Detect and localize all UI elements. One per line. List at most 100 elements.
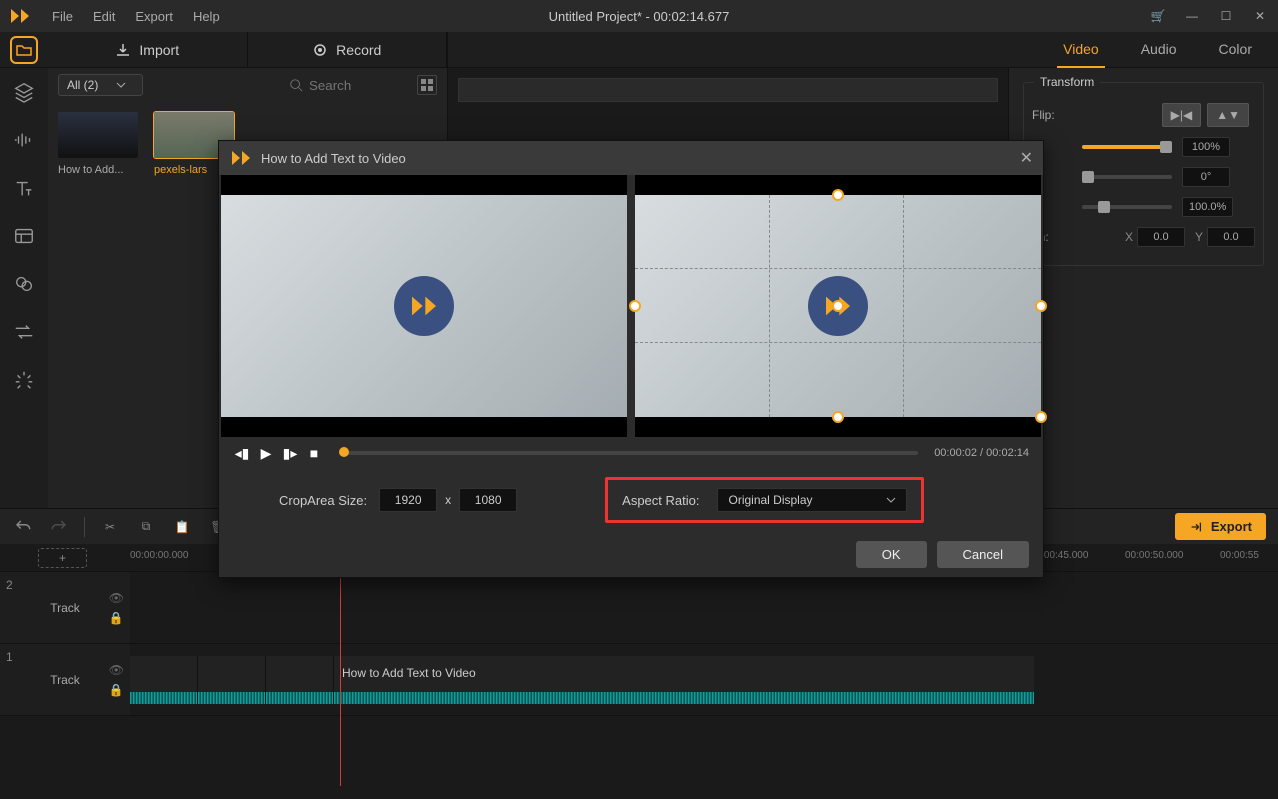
import-label: Import (139, 42, 179, 58)
timeline-clip-main[interactable]: How to Add Text to Video (334, 656, 1034, 704)
rotate-value[interactable]: 0° (1182, 167, 1230, 187)
crop-handle-se[interactable] (1035, 411, 1047, 423)
play-icon[interactable]: ▶ (257, 445, 275, 462)
tab-color[interactable]: Color (1213, 32, 1258, 68)
search-icon (289, 78, 303, 92)
crop-handle-n[interactable] (832, 189, 844, 201)
crop-width-input[interactable] (379, 488, 437, 512)
grid-view-icon[interactable] (417, 75, 437, 95)
record-button[interactable]: Record (248, 32, 448, 67)
y-label: Y (1195, 230, 1203, 244)
sidebar-top-folder[interactable] (0, 32, 48, 67)
left-sidebar (0, 68, 48, 508)
media-search (289, 78, 409, 93)
scale-slider[interactable] (1082, 205, 1172, 209)
prev-frame-icon[interactable]: ◂▮ (233, 445, 251, 462)
ruler-time-2: 00:00:50.000 (1125, 550, 1183, 561)
flip-label: Flip: (1032, 108, 1082, 122)
redo-icon[interactable] (48, 516, 70, 538)
text-icon[interactable] (10, 174, 38, 202)
crop-height-input[interactable] (459, 488, 517, 512)
media-thumb-0-label: How to Add... (58, 164, 138, 176)
transition-icon[interactable] (10, 318, 38, 346)
paste-icon[interactable]: 📋 (171, 516, 193, 538)
crop-dialog: How to Add Text to Video ✕ (218, 140, 1044, 578)
app-logo-icon (8, 4, 32, 28)
toolbar-row: Import Record Video Audio Color (0, 32, 1278, 68)
stop-icon[interactable]: ■ (305, 445, 323, 461)
cart-icon[interactable]: 🛒 (1148, 9, 1168, 23)
track-2-label: Track (50, 601, 80, 615)
dialog-close-icon[interactable]: ✕ (1020, 148, 1033, 168)
seek-bar[interactable] (339, 451, 918, 455)
tab-audio[interactable]: Audio (1135, 32, 1183, 68)
import-button[interactable]: Import (48, 32, 248, 67)
window-title: Untitled Project* - 00:02:14.677 (549, 9, 730, 24)
elements-icon[interactable] (10, 270, 38, 298)
crop-handle-w[interactable] (629, 300, 641, 312)
cancel-button[interactable]: Cancel (937, 541, 1029, 568)
tab-video[interactable]: Video (1057, 32, 1105, 68)
minimize-icon[interactable]: — (1182, 9, 1202, 23)
aspect-ratio-dropdown[interactable]: Original Display (717, 488, 907, 512)
track-2-visibility-icon[interactable]: 👁 (109, 591, 124, 605)
cut-icon[interactable]: ✂ (99, 516, 121, 538)
x-value[interactable]: 0.0 (1137, 227, 1185, 247)
menubar: File Edit Export Help Untitled Project* … (0, 0, 1278, 32)
opacity-value[interactable]: 100% (1182, 137, 1230, 157)
media-filter-dropdown[interactable]: All (2) (58, 74, 143, 96)
media-thumb-0[interactable]: How to Add... (58, 112, 138, 176)
export-button[interactable]: Export (1175, 513, 1266, 540)
aspect-ratio-highlight: Aspect Ratio: Original Display (605, 477, 924, 523)
menu-help[interactable]: Help (183, 9, 230, 24)
media-filter-label: All (2) (67, 78, 98, 92)
playhead[interactable] (340, 546, 341, 786)
crop-handle-center[interactable] (832, 300, 844, 312)
track-1-lock-icon[interactable]: 🔒 (109, 683, 124, 697)
flip-vertical-button[interactable]: ▲▼ (1207, 103, 1249, 127)
preview-strip (458, 78, 998, 102)
x-label: X (1125, 230, 1133, 244)
crop-handle-s[interactable] (832, 411, 844, 423)
close-window-icon[interactable]: ✕ (1250, 9, 1270, 23)
y-value[interactable]: 0.0 (1207, 227, 1255, 247)
menu-export[interactable]: Export (125, 9, 183, 24)
overlay-icon[interactable] (10, 222, 38, 250)
track-2: 2 Track 👁🔒 (0, 572, 1278, 644)
undo-icon[interactable] (12, 516, 34, 538)
next-frame-icon[interactable]: ▮▸ (281, 445, 299, 462)
timeline-clip[interactable] (130, 656, 198, 704)
audio-icon[interactable] (10, 126, 38, 154)
add-track-button[interactable]: + (38, 548, 87, 568)
preview-crop[interactable] (635, 175, 1041, 437)
crop-size-label: CropArea Size: (279, 493, 367, 508)
dialog-logo-icon (229, 146, 253, 170)
preview-original (221, 175, 627, 437)
scale-value[interactable]: 100.0% (1182, 197, 1233, 217)
rotate-slider[interactable] (1082, 175, 1172, 179)
folder-icon (10, 36, 38, 64)
export-label: Export (1211, 519, 1252, 534)
track-2-lock-icon[interactable]: 🔒 (109, 611, 124, 625)
layers-icon[interactable] (10, 78, 38, 106)
timeline-clip[interactable] (266, 656, 334, 704)
ok-button[interactable]: OK (856, 541, 927, 568)
opacity-slider[interactable] (1082, 145, 1172, 149)
track-1-visibility-icon[interactable]: 👁 (109, 663, 124, 677)
timeline-clip[interactable] (198, 656, 266, 704)
menu-file[interactable]: File (42, 9, 83, 24)
crop-handle-e[interactable] (1035, 300, 1047, 312)
track-1: 1 Track 👁🔒 How to Add Text to Video (0, 644, 1278, 716)
transform-section-title: Transform (1034, 75, 1100, 89)
search-input[interactable] (309, 78, 409, 93)
menu-edit[interactable]: Edit (83, 9, 125, 24)
copy-icon[interactable]: ⧉ (135, 516, 157, 538)
dialog-title: How to Add Text to Video (261, 151, 406, 166)
maximize-icon[interactable]: ☐ (1216, 9, 1236, 23)
dialog-time: 00:00:02 / 00:02:14 (934, 447, 1029, 459)
aspect-ratio-value: Original Display (728, 493, 812, 507)
timeline-tracks: 2 Track 👁🔒 1 Track 👁🔒 How to Add Text to… (0, 572, 1278, 716)
flip-horizontal-button[interactable]: ▶|◀ (1162, 103, 1202, 127)
properties-panel: Transform Flip: ▶|◀ ▲▼ ty: 100% e: 0° 10… (1008, 68, 1278, 508)
effects-icon[interactable] (10, 366, 38, 394)
